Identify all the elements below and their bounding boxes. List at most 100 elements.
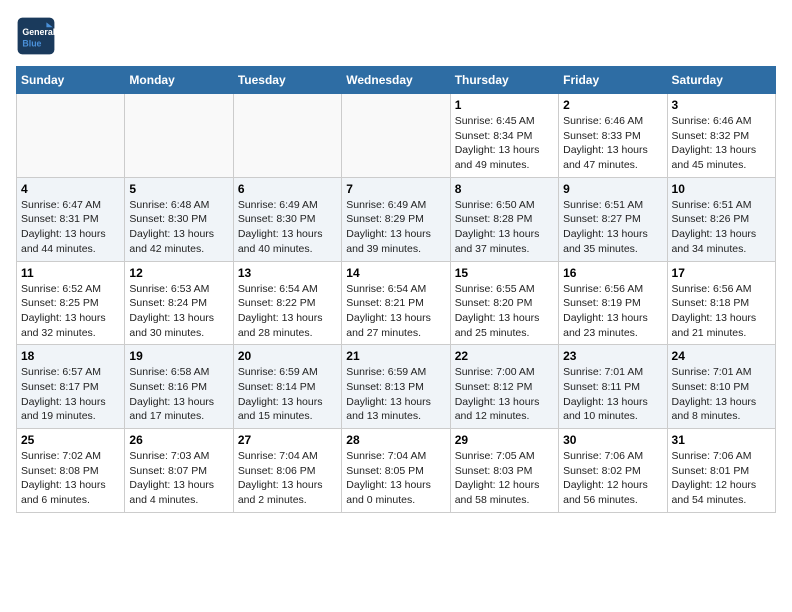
calendar-cell: 27 Sunrise: 7:04 AM Sunset: 8:06 PM Dayli… (233, 429, 341, 513)
day-number: 5 (129, 182, 228, 196)
day-info: Sunrise: 7:05 AM Sunset: 8:03 PM Dayligh… (455, 449, 554, 508)
day-info: Sunrise: 7:06 AM Sunset: 8:01 PM Dayligh… (672, 449, 771, 508)
day-number: 4 (21, 182, 120, 196)
calendar-cell: 20 Sunrise: 6:59 AM Sunset: 8:14 PM Dayli… (233, 345, 341, 429)
weekday-header-tuesday: Tuesday (233, 67, 341, 94)
day-info: Sunrise: 6:47 AM Sunset: 8:31 PM Dayligh… (21, 198, 120, 257)
calendar-cell: 18 Sunrise: 6:57 AM Sunset: 8:17 PM Dayli… (17, 345, 125, 429)
day-number: 23 (563, 349, 662, 363)
calendar-cell (233, 94, 341, 178)
day-number: 17 (672, 266, 771, 280)
day-info: Sunrise: 6:46 AM Sunset: 8:33 PM Dayligh… (563, 114, 662, 173)
calendar-week-row: 4 Sunrise: 6:47 AM Sunset: 8:31 PM Daylig… (17, 177, 776, 261)
weekday-header-saturday: Saturday (667, 67, 775, 94)
day-info: Sunrise: 6:57 AM Sunset: 8:17 PM Dayligh… (21, 365, 120, 424)
calendar-cell: 14 Sunrise: 6:54 AM Sunset: 8:21 PM Dayli… (342, 261, 450, 345)
calendar-cell: 12 Sunrise: 6:53 AM Sunset: 8:24 PM Dayli… (125, 261, 233, 345)
calendar-cell: 15 Sunrise: 6:55 AM Sunset: 8:20 PM Dayli… (450, 261, 558, 345)
calendar-week-row: 18 Sunrise: 6:57 AM Sunset: 8:17 PM Dayli… (17, 345, 776, 429)
calendar-week-row: 1Sunrise: 6:45 AM Sunset: 8:34 PM Daylig… (17, 94, 776, 178)
calendar-cell: 1Sunrise: 6:45 AM Sunset: 8:34 PM Daylig… (450, 94, 558, 178)
day-number: 27 (238, 433, 337, 447)
day-info: Sunrise: 7:02 AM Sunset: 8:08 PM Dayligh… (21, 449, 120, 508)
day-info: Sunrise: 6:51 AM Sunset: 8:26 PM Dayligh… (672, 198, 771, 257)
day-info: Sunrise: 7:03 AM Sunset: 8:07 PM Dayligh… (129, 449, 228, 508)
calendar-cell: 13 Sunrise: 6:54 AM Sunset: 8:22 PM Dayli… (233, 261, 341, 345)
day-info: Sunrise: 6:54 AM Sunset: 8:22 PM Dayligh… (238, 282, 337, 341)
day-number: 20 (238, 349, 337, 363)
logo-icon: General Blue (16, 16, 56, 56)
day-info: Sunrise: 6:49 AM Sunset: 8:29 PM Dayligh… (346, 198, 445, 257)
weekday-header-monday: Monday (125, 67, 233, 94)
day-number: 26 (129, 433, 228, 447)
calendar-cell: 3Sunrise: 6:46 AM Sunset: 8:32 PM Daylig… (667, 94, 775, 178)
day-info: Sunrise: 7:04 AM Sunset: 8:06 PM Dayligh… (238, 449, 337, 508)
day-number: 19 (129, 349, 228, 363)
calendar-cell: 7 Sunrise: 6:49 AM Sunset: 8:29 PM Daylig… (342, 177, 450, 261)
header: General Blue (16, 16, 776, 56)
day-info: Sunrise: 6:58 AM Sunset: 8:16 PM Dayligh… (129, 365, 228, 424)
calendar-cell: 29 Sunrise: 7:05 AM Sunset: 8:03 PM Dayli… (450, 429, 558, 513)
day-info: Sunrise: 6:52 AM Sunset: 8:25 PM Dayligh… (21, 282, 120, 341)
day-number: 1 (455, 98, 554, 112)
day-info: Sunrise: 6:53 AM Sunset: 8:24 PM Dayligh… (129, 282, 228, 341)
calendar-cell: 11 Sunrise: 6:52 AM Sunset: 8:25 PM Dayli… (17, 261, 125, 345)
weekday-header-thursday: Thursday (450, 67, 558, 94)
day-number: 22 (455, 349, 554, 363)
day-info: Sunrise: 7:04 AM Sunset: 8:05 PM Dayligh… (346, 449, 445, 508)
day-info: Sunrise: 6:50 AM Sunset: 8:28 PM Dayligh… (455, 198, 554, 257)
day-info: Sunrise: 6:59 AM Sunset: 8:14 PM Dayligh… (238, 365, 337, 424)
day-number: 25 (21, 433, 120, 447)
logo: General Blue (16, 16, 60, 56)
day-info: Sunrise: 6:49 AM Sunset: 8:30 PM Dayligh… (238, 198, 337, 257)
calendar-cell: 19 Sunrise: 6:58 AM Sunset: 8:16 PM Dayli… (125, 345, 233, 429)
day-number: 18 (21, 349, 120, 363)
weekday-header-friday: Friday (559, 67, 667, 94)
day-info: Sunrise: 6:51 AM Sunset: 8:27 PM Dayligh… (563, 198, 662, 257)
day-info: Sunrise: 6:59 AM Sunset: 8:13 PM Dayligh… (346, 365, 445, 424)
day-info: Sunrise: 6:54 AM Sunset: 8:21 PM Dayligh… (346, 282, 445, 341)
day-number: 24 (672, 349, 771, 363)
calendar-cell: 31Sunrise: 7:06 AM Sunset: 8:01 PM Dayli… (667, 429, 775, 513)
calendar-cell: 8Sunrise: 6:50 AM Sunset: 8:28 PM Daylig… (450, 177, 558, 261)
day-number: 15 (455, 266, 554, 280)
day-info: Sunrise: 6:56 AM Sunset: 8:18 PM Dayligh… (672, 282, 771, 341)
day-number: 14 (346, 266, 445, 280)
calendar-cell: 23Sunrise: 7:01 AM Sunset: 8:11 PM Dayli… (559, 345, 667, 429)
day-number: 2 (563, 98, 662, 112)
calendar-cell: 4 Sunrise: 6:47 AM Sunset: 8:31 PM Daylig… (17, 177, 125, 261)
calendar-cell: 10Sunrise: 6:51 AM Sunset: 8:26 PM Dayli… (667, 177, 775, 261)
weekday-header-sunday: Sunday (17, 67, 125, 94)
day-number: 11 (21, 266, 120, 280)
calendar-cell: 25 Sunrise: 7:02 AM Sunset: 8:08 PM Dayli… (17, 429, 125, 513)
calendar-cell: 2 Sunrise: 6:46 AM Sunset: 8:33 PM Daylig… (559, 94, 667, 178)
day-number: 7 (346, 182, 445, 196)
calendar-cell: 30Sunrise: 7:06 AM Sunset: 8:02 PM Dayli… (559, 429, 667, 513)
calendar-week-row: 11 Sunrise: 6:52 AM Sunset: 8:25 PM Dayli… (17, 261, 776, 345)
calendar-cell: 28Sunrise: 7:04 AM Sunset: 8:05 PM Dayli… (342, 429, 450, 513)
calendar-cell: 5 Sunrise: 6:48 AM Sunset: 8:30 PM Daylig… (125, 177, 233, 261)
calendar-cell: 17 Sunrise: 6:56 AM Sunset: 8:18 PM Dayli… (667, 261, 775, 345)
weekday-header-row: SundayMondayTuesdayWednesdayThursdayFrid… (17, 67, 776, 94)
day-number: 3 (672, 98, 771, 112)
day-number: 29 (455, 433, 554, 447)
calendar-cell (17, 94, 125, 178)
calendar-cell: 26 Sunrise: 7:03 AM Sunset: 8:07 PM Dayli… (125, 429, 233, 513)
calendar-cell: 6 Sunrise: 6:49 AM Sunset: 8:30 PM Daylig… (233, 177, 341, 261)
day-number: 16 (563, 266, 662, 280)
day-number: 6 (238, 182, 337, 196)
calendar-cell: 21Sunrise: 6:59 AM Sunset: 8:13 PM Dayli… (342, 345, 450, 429)
day-info: Sunrise: 7:06 AM Sunset: 8:02 PM Dayligh… (563, 449, 662, 508)
calendar-week-row: 25 Sunrise: 7:02 AM Sunset: 8:08 PM Dayli… (17, 429, 776, 513)
calendar-cell (125, 94, 233, 178)
day-number: 9 (563, 182, 662, 196)
svg-text:General: General (22, 27, 55, 37)
day-number: 12 (129, 266, 228, 280)
day-number: 13 (238, 266, 337, 280)
calendar-cell: 16Sunrise: 6:56 AM Sunset: 8:19 PM Dayli… (559, 261, 667, 345)
calendar-cell: 9 Sunrise: 6:51 AM Sunset: 8:27 PM Daylig… (559, 177, 667, 261)
calendar: SundayMondayTuesdayWednesdayThursdayFrid… (16, 66, 776, 513)
calendar-cell: 24Sunrise: 7:01 AM Sunset: 8:10 PM Dayli… (667, 345, 775, 429)
day-info: Sunrise: 6:55 AM Sunset: 8:20 PM Dayligh… (455, 282, 554, 341)
day-info: Sunrise: 6:48 AM Sunset: 8:30 PM Dayligh… (129, 198, 228, 257)
